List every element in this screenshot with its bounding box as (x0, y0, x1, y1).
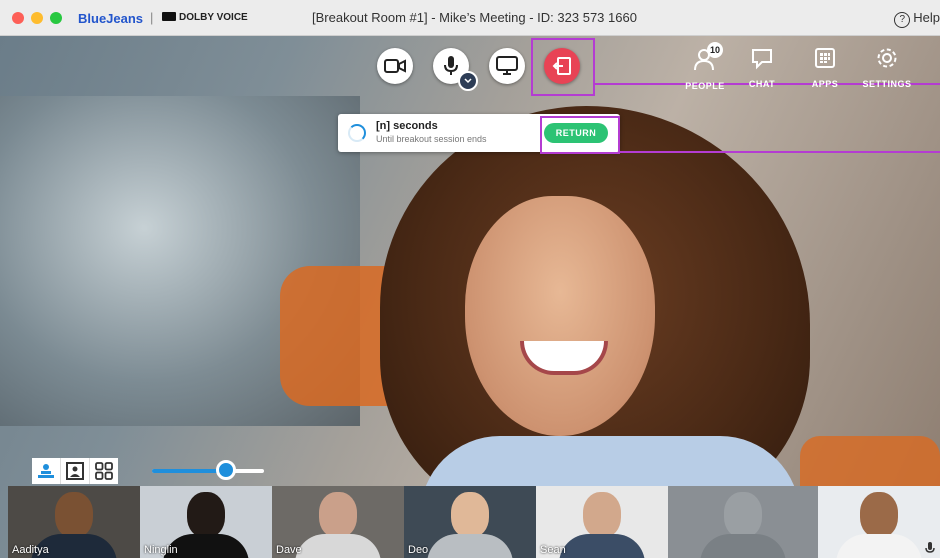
help-button[interactable]: ? Help (894, 10, 940, 28)
dolby-voice-text: DOLBY VOICE (179, 12, 248, 23)
maximize-window-button[interactable] (50, 12, 62, 24)
dolby-voice-logo: DOLBY VOICE (162, 12, 248, 23)
participant-head (724, 492, 762, 538)
microphone-icon (444, 56, 458, 75)
settings-label: SETTINGS (862, 79, 912, 89)
people-count-badge: 10 (707, 42, 723, 58)
self-view-thumbnail[interactable] (818, 486, 940, 558)
participant-thumbnail[interactable]: Deo (404, 486, 536, 558)
countdown-title: [n] seconds (376, 120, 438, 132)
participant-name: Deo (408, 544, 429, 556)
speaker-layout-icon (66, 462, 84, 480)
video-camera-icon (384, 59, 406, 73)
apps-button[interactable]: APPS (797, 46, 853, 89)
settings-button[interactable]: SETTINGS (857, 46, 917, 89)
minimize-window-button[interactable] (31, 12, 43, 24)
participant-body (836, 534, 922, 558)
apps-icon (815, 48, 835, 68)
volume-slider-handle[interactable] (215, 460, 236, 480)
leave-highlight-box (531, 38, 595, 96)
volume-slider-fill (152, 469, 226, 473)
layout-switcher (32, 458, 118, 484)
chevron-down-icon (464, 78, 472, 84)
speaker-face (465, 196, 655, 436)
bluejeans-logo: BlueJeans (78, 11, 144, 26)
people-layout-icon (38, 464, 54, 478)
participant-body (700, 534, 786, 558)
window-title: [Breakout Room #1] - Mike’s Meeting - ID… (312, 10, 637, 25)
participant-name: Dave (276, 544, 302, 556)
participant-name: Ninglin (144, 544, 178, 556)
participant-body (427, 534, 513, 558)
camera-toggle-button[interactable] (377, 48, 413, 84)
participant-head (55, 492, 93, 538)
participant-thumbnail[interactable] (668, 486, 818, 558)
chat-label: CHAT (748, 79, 776, 89)
close-window-button[interactable] (12, 12, 24, 24)
help-icon: ? (894, 12, 911, 28)
participant-name: Aaditya (12, 544, 49, 556)
participant-body (295, 534, 381, 558)
chat-button[interactable]: CHAT (734, 46, 790, 89)
return-highlight-line (620, 151, 940, 153)
layout-people-button[interactable] (32, 458, 60, 484)
participant-strip: Aaditya Ninglin Dave Deo Sean (8, 486, 940, 558)
participant-head (451, 492, 489, 538)
countdown-subtitle: Until breakout session ends (376, 134, 487, 144)
main-video: 10 PEOPLE CHAT APPS SETTINGS [n] seconds… (0, 36, 940, 558)
layout-gallery-button[interactable] (89, 458, 118, 484)
participant-head (187, 492, 225, 538)
dolby-mark-icon (162, 12, 176, 21)
help-label: Help (913, 10, 940, 25)
microphone-options-button[interactable] (458, 71, 478, 91)
participant-head (860, 492, 898, 538)
participant-thumbnail[interactable]: Ninglin (140, 486, 272, 558)
screen-share-button[interactable] (489, 48, 525, 84)
people-label: PEOPLE (685, 81, 725, 91)
participant-name: Sean (540, 544, 566, 556)
screen-share-icon (496, 56, 518, 75)
participant-body (559, 534, 645, 558)
return-highlight-box (540, 116, 620, 154)
participant-thumbnail[interactable]: Aaditya (8, 486, 140, 558)
grid-icon (95, 462, 113, 480)
participant-head (319, 492, 357, 538)
layout-speaker-button[interactable] (60, 458, 89, 484)
apps-label: APPS (811, 79, 839, 89)
participant-head (583, 492, 621, 538)
people-button[interactable]: 10 PEOPLE (677, 42, 733, 91)
participant-thumbnail[interactable]: Dave (272, 486, 404, 558)
microphone-icon (925, 542, 935, 553)
participant-thumbnail[interactable]: Sean (536, 486, 668, 558)
chat-icon (752, 49, 772, 70)
window-titlebar: BlueJeans | DOLBY VOICE [Breakout Room #… (0, 0, 940, 36)
loading-spinner-icon (348, 124, 366, 142)
title-separator: | (150, 10, 154, 25)
gear-icon (877, 48, 897, 68)
